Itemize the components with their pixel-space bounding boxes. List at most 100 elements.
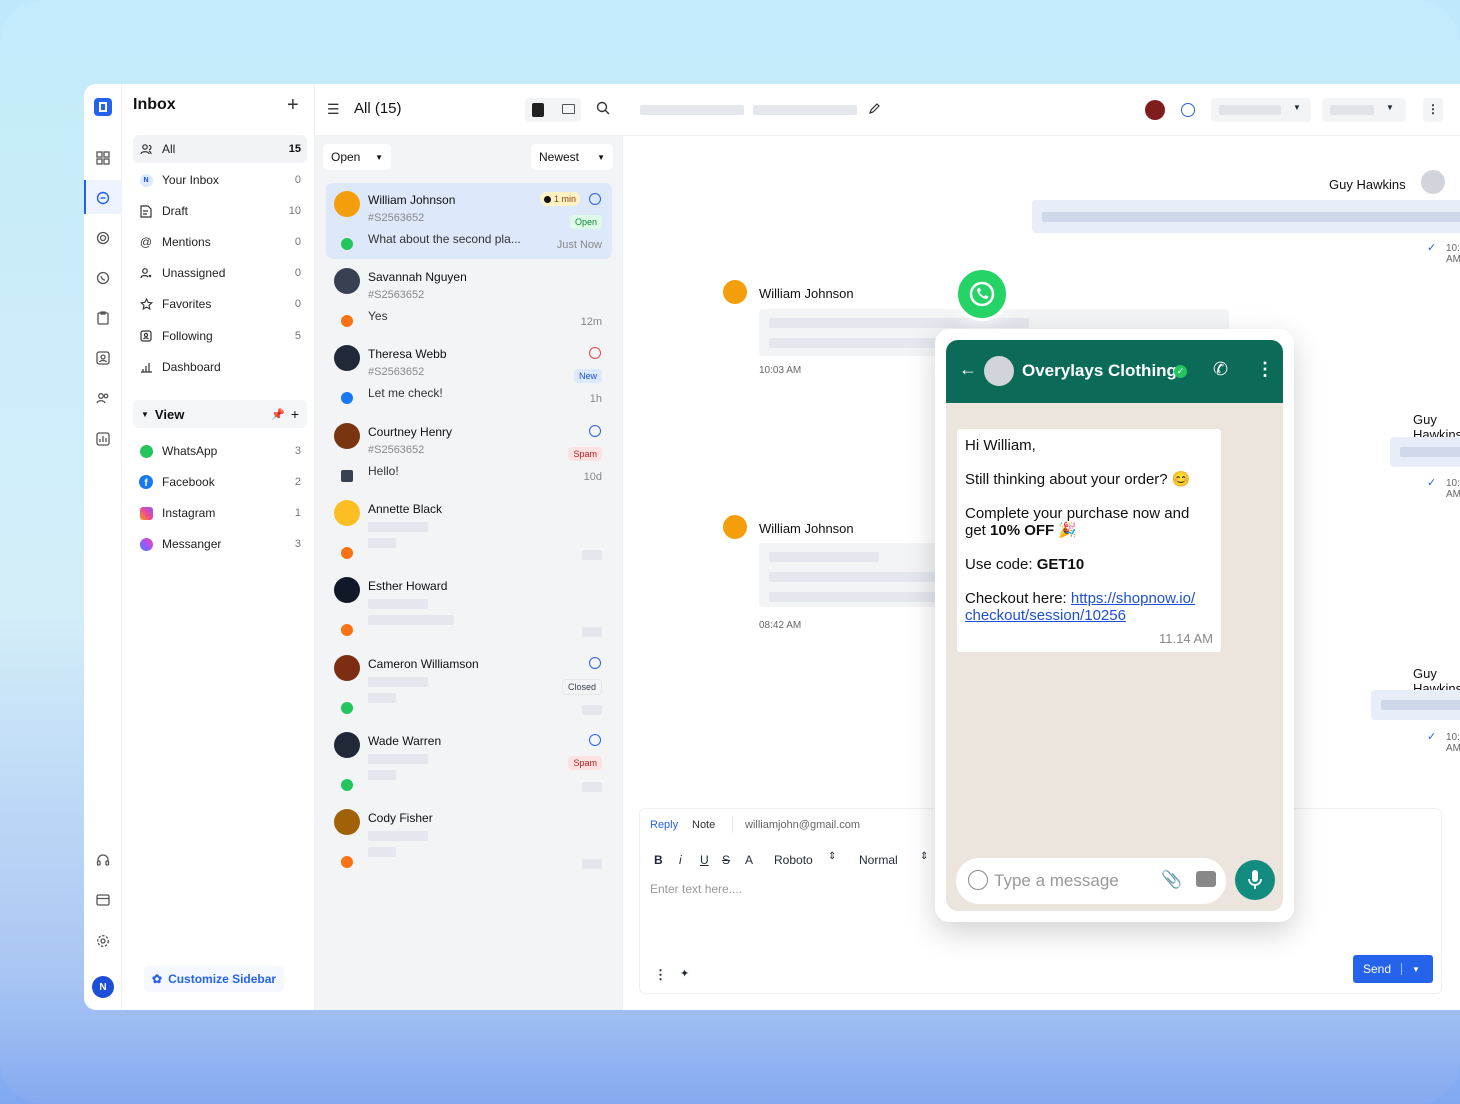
conversation-item[interactable]: William Johnson #S2563652 What about the… [326,183,612,259]
chat-icon[interactable] [94,189,112,207]
app-logo-icon[interactable] [94,98,112,116]
contact-name: Cody Fisher [368,811,433,825]
sidebar-item-following[interactable]: Following 5 [133,322,307,350]
users-icon[interactable] [94,389,112,407]
edit-pencil-icon[interactable] [868,102,880,120]
message-input[interactable]: Enter text here.... [650,882,742,896]
info-icon[interactable] [589,657,601,669]
sidebar-item-messenger[interactable]: Messanger 3 [133,530,307,558]
send-divider [1401,963,1403,975]
chevron-down-icon[interactable]: ▼ [1412,965,1420,974]
customize-sidebar-button[interactable]: ✿ Customize Sidebar [144,966,285,992]
sidebar-item-dashboard[interactable]: Dashboard [133,353,307,381]
emoji-icon[interactable] [968,870,988,890]
send-button[interactable]: Send ▼ [1353,955,1433,983]
message-time: 10:03 AM [759,365,802,376]
conversation-item[interactable]: Cameron Williamson Closed [326,647,612,723]
search-icon[interactable] [596,101,610,120]
ai-sparkle-icon[interactable]: ✦ [680,967,689,980]
customize-sidebar-label: Customize Sidebar [168,972,277,986]
sidebar-item-favorites[interactable]: Favorites 0 [133,290,307,318]
collapse-menu-icon[interactable]: ☰ [327,101,340,118]
sidebar-item-instagram[interactable]: Instagram 1 [133,499,307,527]
conversation-item[interactable]: Annette Black [326,492,612,568]
more-options-icon[interactable]: ⋮ [654,967,667,983]
info-icon[interactable] [589,193,601,205]
info-icon[interactable] [589,425,601,437]
placeholder-line [640,105,744,115]
placeholder-line [753,105,857,115]
conversation-item[interactable]: Courtney Henry #S2563652 Hello! Spam 10d [326,415,612,491]
text-color-icon[interactable]: A [745,853,753,867]
add-view-plus-icon[interactable]: + [291,406,299,422]
sidebar-item-mentions[interactable]: @ Mentions 0 [133,228,307,256]
conversation-item[interactable]: Esther Howard [326,569,612,645]
headset-icon[interactable] [94,851,112,869]
more-vertical-icon[interactable]: ⋮ [1256,359,1274,380]
bold-button[interactable]: B [654,853,663,867]
phone-call-icon[interactable]: ✆ [1213,359,1228,380]
recipient-email[interactable]: williamjohn@gmail.com [745,819,860,831]
microphone-button[interactable] [1235,860,1275,900]
party-emoji: 🎉 [1054,522,1078,539]
underline-button[interactable]: U [700,853,709,867]
chevron-updown-icon: ⇕ [920,851,929,862]
sidebar-item-all[interactable]: All 15 [133,135,307,163]
list-view-icon[interactable] [562,104,575,114]
conversation-item[interactable]: Savannah Nguyen #S2563652 Yes 12m [326,260,612,336]
tab-note[interactable]: Note [692,819,715,831]
assignee-avatar[interactable] [1145,100,1165,120]
avatar [334,268,360,294]
chat-channel-icon [341,315,353,327]
checkout-link-part-2[interactable]: checkout/session/10256 [965,607,1126,624]
placeholder-line [1400,447,1460,457]
pin-icon[interactable]: 📌 [271,408,285,421]
whatsapp-message-card: Hi William, Still thinking about your or… [957,429,1221,652]
sidebar-item-count: 0 [294,298,301,310]
sidebar-item-unassigned[interactable]: Unassigned 0 [133,259,307,287]
info-icon[interactable] [589,734,601,746]
sidebar-item-draft[interactable]: Draft 10 [133,197,307,225]
whatsapp-header: ← Overylays Clothing ✓ ✆ ⋮ [946,340,1283,403]
target-icon[interactable] [94,229,112,247]
camera-icon[interactable] [1196,871,1216,887]
info-icon[interactable] [1181,103,1195,117]
conversation-time: 10d [583,471,602,483]
tab-reply[interactable]: Reply [650,819,678,831]
sort-filter-dropdown[interactable]: Newest ▼ [531,144,613,170]
clock-icon [544,195,551,203]
reports-icon[interactable] [94,430,112,448]
placeholder-line [368,754,428,764]
attachment-paperclip-icon[interactable]: 📎 [1161,870,1182,890]
sidebar-item-label: Facebook [162,475,215,489]
back-arrow-icon[interactable]: ← [959,359,977,380]
size-select[interactable]: Normal [859,853,898,867]
more-vertical-icon[interactable]: ⋮ [1423,98,1443,122]
settings-gear-icon[interactable] [94,932,112,950]
view-section-header[interactable]: ▼ View 📌 + [133,400,307,428]
grid-icon[interactable] [94,149,112,167]
checkout-link-part-1[interactable]: https://shopnow.io/ [1071,590,1195,607]
contact-card-icon[interactable] [94,349,112,367]
alert-icon[interactable] [589,347,601,359]
conversation-item[interactable]: Wade Warren Spam [326,724,612,800]
sidebar-item-whatsapp[interactable]: WhatsApp 3 [133,437,307,465]
font-select[interactable]: Roboto [774,853,813,867]
whatsapp-message-input[interactable]: Type a message 📎 [956,858,1226,904]
card-view-icon[interactable] [532,103,544,117]
sidebar-item-your-inbox[interactable]: N Your Inbox 0 [133,166,307,194]
conversation-item[interactable]: Theresa Webb #S2563652 Let me check! New… [326,337,612,413]
sidebar-item-facebook[interactable]: f Facebook 2 [133,468,307,496]
whatsapp-rail-icon[interactable] [94,269,112,287]
add-inbox-plus-icon[interactable]: + [287,94,299,117]
message-time: 10:03 AM [1446,732,1460,754]
italic-button[interactable]: i [679,853,682,867]
card-icon[interactable] [94,891,112,909]
sidebar-item-count: 10 [288,205,301,217]
user-avatar[interactable]: N [92,976,114,998]
status-filter-dropdown[interactable]: Open ▼ [323,144,391,170]
conversation-item[interactable]: Cody Fisher [326,801,612,877]
clipboard-icon[interactable] [94,309,112,327]
chevron-down-icon: ▼ [1293,103,1301,112]
strikethrough-button[interactable]: S [722,853,730,867]
